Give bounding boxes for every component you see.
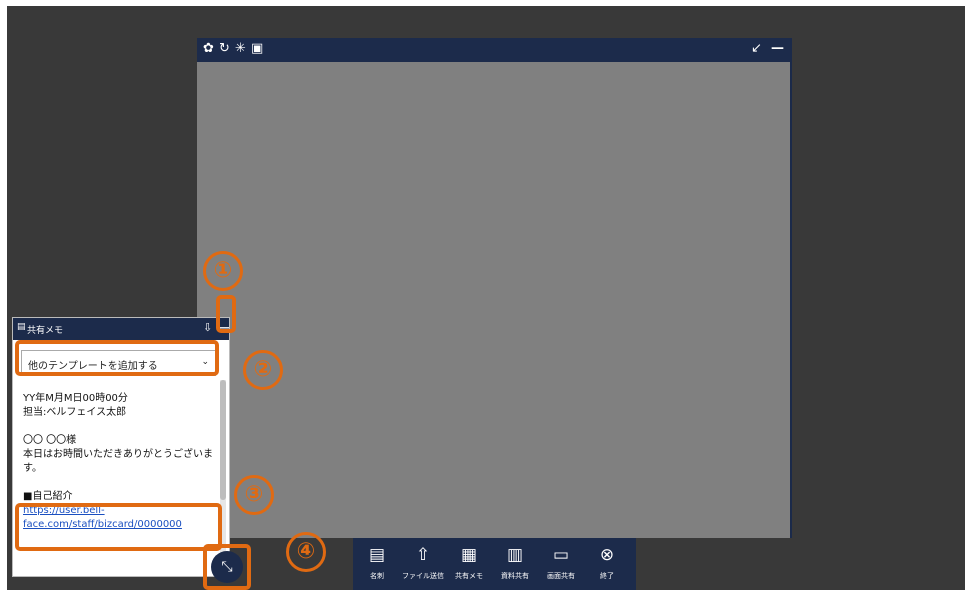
close-circle-icon: ⊗ — [599, 545, 615, 565]
memo-line: YY年M月M日00時00分 — [23, 393, 128, 404]
file-send-button[interactable]: ⇧ ファイル送信 — [401, 544, 445, 581]
business-card-button[interactable]: ▤ 名刺 — [355, 544, 399, 581]
memo-icon: ▤ — [17, 322, 26, 332]
document-share-label: 資料共有 — [501, 572, 529, 580]
app-screen: ✿ ↻ ✳ ▣ ↙ — ▤ 共有メモ ⇩ — 他のテンプレートを追加する ⌄ Y… — [7, 6, 965, 590]
memo-line — [23, 476, 219, 490]
gear-icon[interactable]: ✿ — [203, 41, 214, 57]
document-share-button[interactable]: ▥ 資料共有 — [493, 544, 537, 581]
memo-line: 〇〇 〇〇様 — [23, 435, 77, 446]
refresh-icon[interactable]: ↻ — [219, 41, 230, 57]
shared-memo-label: 共有メモ — [455, 572, 483, 580]
minimize-icon[interactable]: — — [771, 41, 784, 57]
memo-line: 担当:ベルフェイス太郎 — [23, 407, 127, 418]
memo-title: 共有メモ — [27, 326, 64, 336]
export-icon[interactable]: ⇩ — [203, 321, 212, 334]
highlight-box-3 — [15, 503, 222, 551]
screen-share-icon: ▭ — [552, 545, 570, 565]
end-label: 終了 — [600, 572, 614, 580]
person-icon[interactable]: ▣ — [251, 41, 263, 57]
memo-line: ■自己紹介 — [23, 491, 73, 502]
business-card-icon: ▤ — [368, 545, 386, 565]
memo-header: ▤ 共有メモ ⇩ — — [13, 318, 229, 340]
screen-share-button[interactable]: ▭ 画面共有 — [539, 544, 583, 581]
callout-3: ③ — [234, 475, 274, 515]
bottom-toolbar: ▤ 名刺 ⇧ ファイル送信 ▦ 共有メモ ▥ 資料共有 ▭ 画面共有 ⊗ 終了 — [353, 538, 636, 590]
memo-scrollbar-thumb[interactable] — [220, 380, 226, 500]
end-button[interactable]: ⊗ 終了 — [585, 544, 629, 581]
video-window: ✿ ↻ ✳ ▣ ↙ — — [197, 38, 792, 538]
highlight-box-4 — [203, 544, 251, 590]
business-card-label: 名刺 — [370, 572, 384, 580]
screen-share-label: 画面共有 — [547, 572, 575, 580]
callout-1: ① — [203, 251, 243, 291]
callout-2: ② — [243, 350, 283, 390]
upload-icon: ⇧ — [415, 545, 431, 565]
callout-4: ④ — [286, 532, 326, 572]
highlight-box-1 — [216, 295, 236, 333]
memo-line — [23, 420, 219, 434]
memo-line: 本日はお時間いただきありがとうございます。 — [23, 449, 213, 474]
document-share-icon: ▥ — [506, 545, 524, 565]
brightness-icon[interactable]: ✳ — [235, 41, 246, 57]
memo-icon: ▦ — [460, 545, 478, 565]
video-header: ✿ ↻ ✳ ▣ ↙ — — [197, 38, 790, 62]
shrink-icon[interactable]: ↙ — [751, 41, 762, 57]
highlight-box-2 — [15, 340, 219, 376]
shared-memo-button[interactable]: ▦ 共有メモ — [447, 544, 491, 581]
file-send-label: ファイル送信 — [402, 572, 444, 580]
